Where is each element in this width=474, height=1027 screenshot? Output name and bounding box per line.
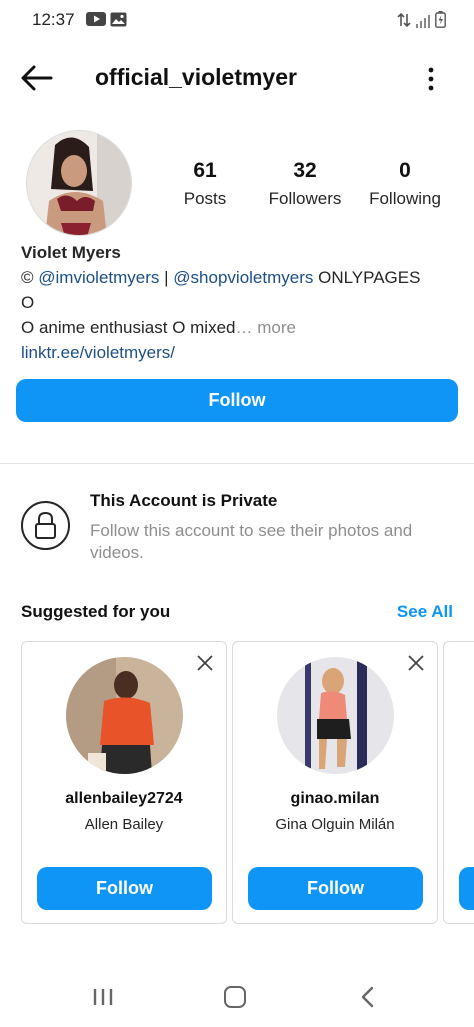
bio-website-link[interactable]: linktr.ee/violetmyers/ [21, 340, 461, 365]
dismiss-close-icon[interactable] [196, 654, 214, 672]
follow-button[interactable]: Follow [16, 379, 458, 422]
status-time: 12:37 [32, 10, 75, 29]
stat-posts[interactable]: 61 Posts [165, 157, 245, 213]
bio-line-1: © @imvioletmyers | @shopvioletmyers ONLY… [21, 265, 461, 290]
suggestion-username[interactable]: ginao.milan [233, 790, 437, 808]
data-arrows-icon [397, 12, 411, 28]
status-icons [397, 11, 446, 28]
bio-separator: | [159, 268, 174, 287]
bio-suffix: ONLYPAGES [313, 268, 421, 287]
bio-line-3-text: O anime enthusiast O mixed [21, 318, 236, 337]
bio-line-2: O [21, 293, 35, 312]
bio-line-3: O anime enthusiast O mixed… more [21, 315, 461, 340]
followers-label: Followers [268, 189, 342, 208]
bio-more-link[interactable]: … more [235, 318, 295, 337]
home-icon[interactable] [224, 986, 246, 1008]
see-all-link[interactable]: See All [397, 602, 453, 622]
youtube-icon [86, 12, 106, 31]
posts-label: Posts [183, 189, 227, 208]
stat-following[interactable]: 0 Following [362, 157, 448, 213]
stat-followers[interactable]: 32 Followers [258, 157, 352, 213]
suggestion-avatar[interactable] [277, 657, 394, 774]
suggestion-avatar[interactable] [66, 657, 183, 774]
suggested-title: Suggested for you [21, 602, 171, 621]
system-nav-bar [0, 970, 474, 1027]
back-arrow-icon[interactable] [20, 64, 54, 92]
recent-apps-icon[interactable] [92, 987, 114, 1012]
mention-link-2[interactable]: @shopvioletmyers [173, 268, 313, 287]
private-lock-icon [21, 501, 70, 550]
back-nav-icon[interactable] [360, 986, 376, 1013]
profile-header: official_violetmyer [0, 56, 474, 100]
suggestion-card[interactable]: allenbailey2724 Allen Bailey Follow [21, 641, 227, 924]
following-label: Following [369, 189, 441, 208]
profile-avatar[interactable] [26, 130, 132, 236]
more-options-icon[interactable] [422, 66, 440, 92]
suggestion-follow-button-partial[interactable] [459, 867, 474, 910]
followers-count: 32 [293, 159, 317, 182]
suggestion-full-name: Allen Bailey [84, 816, 164, 833]
status-bar: 12:37 [0, 0, 474, 40]
suggestion-follow-button[interactable]: Follow [37, 867, 212, 910]
mention-link-1[interactable]: @imvioletmyers [38, 268, 159, 287]
signal-icon [416, 15, 430, 28]
section-divider [0, 463, 474, 464]
private-account-title: This Account is Private [90, 491, 278, 510]
gallery-icon [110, 12, 127, 32]
suggestion-card-partial[interactable] [443, 641, 474, 924]
following-count: 0 [399, 159, 411, 182]
profile-username-title: official_violetmyer [95, 64, 297, 90]
suggestion-full-name: Gina Olguin Milán [275, 816, 395, 833]
suggestion-follow-button[interactable]: Follow [248, 867, 423, 910]
suggestion-card[interactable]: ginao.milan Gina Olguin Milán Follow [232, 641, 438, 924]
posts-count: 61 [193, 159, 217, 182]
dismiss-close-icon[interactable] [407, 654, 425, 672]
battery-icon [435, 11, 446, 28]
profile-bio: Violet Myers © @imvioletmyers | @shopvio… [21, 240, 461, 365]
suggestion-username[interactable]: allenbailey2724 [22, 790, 226, 808]
bio-prefix: © [21, 268, 39, 287]
private-account-description: Follow this account to see their photos … [90, 521, 413, 562]
profile-full-name: Violet Myers [21, 243, 121, 262]
